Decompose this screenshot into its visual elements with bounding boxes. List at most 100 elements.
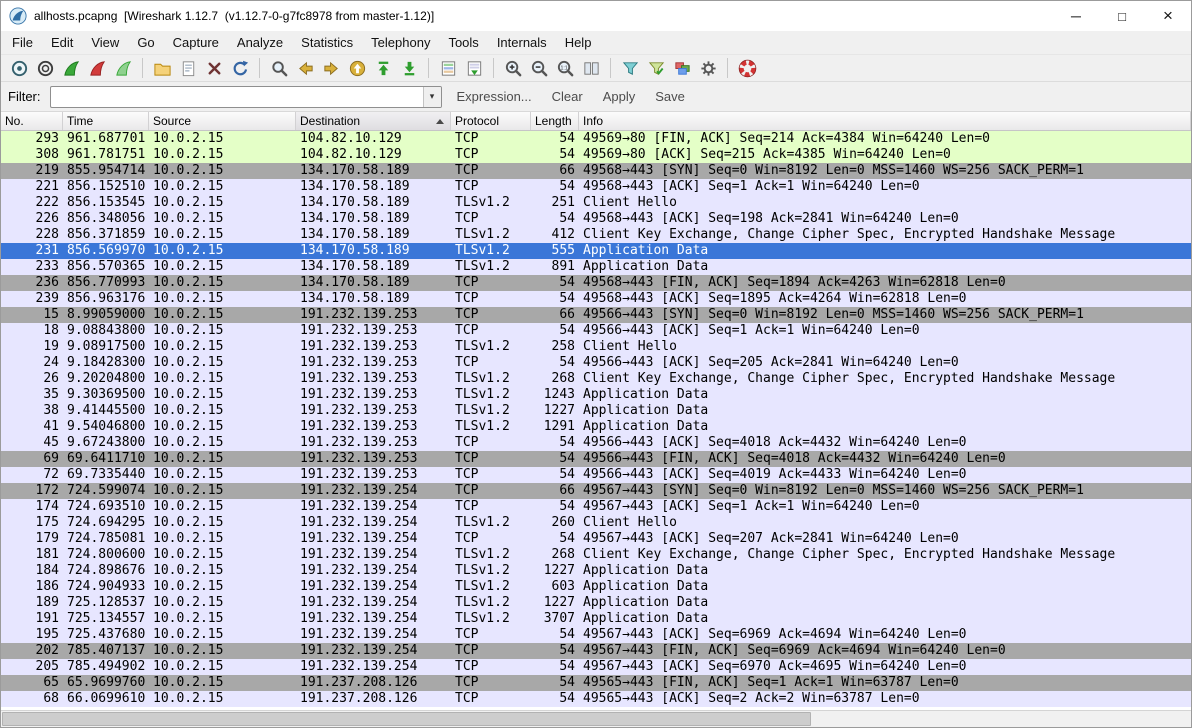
- packet-row[interactable]: 202785.40713710.0.2.15191.232.139.254TCP…: [1, 643, 1191, 659]
- menu-analyze[interactable]: Analyze: [228, 32, 292, 53]
- packet-row[interactable]: 6866.069961010.0.2.15191.237.208.126TCP5…: [1, 691, 1191, 707]
- cell-no: 231: [1, 243, 63, 259]
- packet-row[interactable]: 191725.13455710.0.2.15191.232.139.254TLS…: [1, 611, 1191, 627]
- column-header-info[interactable]: Info: [579, 112, 1191, 130]
- packet-row[interactable]: 219855.95471410.0.2.15134.170.58.189TCP6…: [1, 163, 1191, 179]
- filter-dropdown-icon[interactable]: ▾: [423, 87, 441, 107]
- colorize-icon[interactable]: [435, 56, 461, 81]
- menu-internals[interactable]: Internals: [488, 32, 556, 53]
- filter-clear-button[interactable]: Clear: [549, 87, 586, 106]
- packet-row[interactable]: 172724.59907410.0.2.15191.232.139.254TCP…: [1, 483, 1191, 499]
- preferences-icon[interactable]: [695, 56, 721, 81]
- menu-go[interactable]: Go: [128, 32, 163, 53]
- resize-columns-icon[interactable]: [578, 56, 604, 81]
- find-packet-icon[interactable]: [266, 56, 292, 81]
- menu-view[interactable]: View: [82, 32, 128, 53]
- go-first-icon[interactable]: [370, 56, 396, 81]
- packet-row[interactable]: 233856.57036510.0.2.15134.170.58.189TLSv…: [1, 259, 1191, 275]
- packet-row[interactable]: 158.9905900010.0.2.15191.232.139.253TCP6…: [1, 307, 1191, 323]
- filter-apply-button[interactable]: Apply: [600, 87, 639, 106]
- column-header-length[interactable]: Length: [531, 112, 579, 130]
- packet-row[interactable]: 174724.69351010.0.2.15191.232.139.254TCP…: [1, 499, 1191, 515]
- zoom-out-icon[interactable]: [526, 56, 552, 81]
- cell-time: 856.963176: [63, 291, 149, 307]
- coloring-rules-icon[interactable]: [669, 56, 695, 81]
- packet-row[interactable]: 6565.969976010.0.2.15191.237.208.126TCP5…: [1, 675, 1191, 691]
- packet-row[interactable]: 179724.78508110.0.2.15191.232.139.254TCP…: [1, 531, 1191, 547]
- auto-scroll-icon[interactable]: [461, 56, 487, 81]
- packet-row[interactable]: 189.0884380010.0.2.15191.232.139.253TCP5…: [1, 323, 1191, 339]
- menu-tools[interactable]: Tools: [439, 32, 487, 53]
- packet-row[interactable]: 195725.43768010.0.2.15191.232.139.254TCP…: [1, 627, 1191, 643]
- packet-row[interactable]: 184724.89867610.0.2.15191.232.139.254TLS…: [1, 563, 1191, 579]
- horizontal-scrollbar-thumb[interactable]: [2, 712, 811, 726]
- packet-row[interactable]: 6969.641171010.0.2.15191.232.139.253TCP5…: [1, 451, 1191, 467]
- cell-info: Client Hello: [579, 195, 1191, 211]
- capture-options-icon[interactable]: [32, 56, 58, 81]
- help-icon[interactable]: [734, 56, 760, 81]
- display-filters-icon[interactable]: [643, 56, 669, 81]
- menu-help[interactable]: Help: [556, 32, 601, 53]
- menu-edit[interactable]: Edit: [42, 32, 82, 53]
- packet-row[interactable]: 181724.80060010.0.2.15191.232.139.254TLS…: [1, 547, 1191, 563]
- menu-capture[interactable]: Capture: [164, 32, 228, 53]
- cell-length: 54: [531, 643, 579, 659]
- column-header-protocol[interactable]: Protocol: [451, 112, 531, 130]
- restart-capture-icon[interactable]: [110, 56, 136, 81]
- packet-row[interactable]: 293961.68770110.0.2.15104.82.10.129TCP54…: [1, 131, 1191, 147]
- packet-row[interactable]: 228856.37185910.0.2.15134.170.58.189TLSv…: [1, 227, 1191, 243]
- zoom-100-icon[interactable]: 1:1: [552, 56, 578, 81]
- packet-row[interactable]: 189725.12853710.0.2.15191.232.139.254TLS…: [1, 595, 1191, 611]
- column-header-source[interactable]: Source: [149, 112, 296, 130]
- menu-telephony[interactable]: Telephony: [362, 32, 439, 53]
- reload-icon[interactable]: [227, 56, 253, 81]
- packet-row[interactable]: 308961.78175110.0.2.15104.82.10.129TCP54…: [1, 147, 1191, 163]
- menu-statistics[interactable]: Statistics: [292, 32, 362, 53]
- packet-row[interactable]: 419.5404680010.0.2.15191.232.139.253TLSv…: [1, 419, 1191, 435]
- cell-length: 54: [531, 675, 579, 691]
- column-header-time[interactable]: Time: [63, 112, 149, 130]
- go-forward-icon[interactable]: [318, 56, 344, 81]
- packet-row[interactable]: 389.4144550010.0.2.15191.232.139.253TLSv…: [1, 403, 1191, 419]
- go-back-icon[interactable]: [292, 56, 318, 81]
- packet-row[interactable]: 459.6724380010.0.2.15191.232.139.253TCP5…: [1, 435, 1191, 451]
- packet-row[interactable]: 205785.49490210.0.2.15191.232.139.254TCP…: [1, 659, 1191, 675]
- close-file-icon[interactable]: [201, 56, 227, 81]
- close-button[interactable]: ×: [1145, 1, 1191, 31]
- packet-row[interactable]: 226856.34805610.0.2.15134.170.58.189TCP5…: [1, 211, 1191, 227]
- packet-row[interactable]: 175724.69429510.0.2.15191.232.139.254TLS…: [1, 515, 1191, 531]
- minimize-button[interactable]: ─: [1053, 1, 1099, 31]
- go-to-packet-icon[interactable]: [344, 56, 370, 81]
- filter-expression-button[interactable]: Expression...: [454, 87, 535, 106]
- packet-row[interactable]: 222856.15354510.0.2.15134.170.58.189TLSv…: [1, 195, 1191, 211]
- open-file-icon[interactable]: [149, 56, 175, 81]
- packet-row[interactable]: 269.2020480010.0.2.15191.232.139.253TLSv…: [1, 371, 1191, 387]
- packet-row[interactable]: 231856.56997010.0.2.15134.170.58.189TLSv…: [1, 243, 1191, 259]
- start-capture-icon[interactable]: [58, 56, 84, 81]
- packet-row[interactable]: 186724.90493310.0.2.15191.232.139.254TLS…: [1, 579, 1191, 595]
- cell-time: 9.18428300: [63, 355, 149, 371]
- horizontal-scrollbar[interactable]: [1, 710, 1191, 727]
- save-file-icon[interactable]: [175, 56, 201, 81]
- packet-row[interactable]: 239856.96317610.0.2.15134.170.58.189TCP5…: [1, 291, 1191, 307]
- packet-row[interactable]: 249.1842830010.0.2.15191.232.139.253TCP5…: [1, 355, 1191, 371]
- packet-row[interactable]: 359.3036950010.0.2.15191.232.139.253TLSv…: [1, 387, 1191, 403]
- filter-input[interactable]: [51, 87, 423, 107]
- packet-row[interactable]: 221856.15251010.0.2.15134.170.58.189TCP5…: [1, 179, 1191, 195]
- zoom-in-icon[interactable]: [500, 56, 526, 81]
- packet-row[interactable]: 199.0891750010.0.2.15191.232.139.253TLSv…: [1, 339, 1191, 355]
- column-header-destination[interactable]: Destination: [296, 112, 451, 130]
- stop-capture-icon[interactable]: [84, 56, 110, 81]
- maximize-button[interactable]: □: [1099, 1, 1145, 31]
- capture-filters-icon[interactable]: [617, 56, 643, 81]
- cell-length: 54: [531, 275, 579, 291]
- menu-file[interactable]: File: [3, 32, 42, 53]
- packet-row[interactable]: 236856.77099310.0.2.15134.170.58.189TCP5…: [1, 275, 1191, 291]
- list-interfaces-icon[interactable]: [6, 56, 32, 81]
- toolbar-separator: [727, 58, 728, 78]
- filter-save-button[interactable]: Save: [652, 87, 688, 106]
- filter-combobox[interactable]: ▾: [50, 86, 442, 108]
- go-last-icon[interactable]: [396, 56, 422, 81]
- packet-row[interactable]: 7269.733544010.0.2.15191.232.139.253TCP5…: [1, 467, 1191, 483]
- column-header-no[interactable]: No.: [1, 112, 63, 130]
